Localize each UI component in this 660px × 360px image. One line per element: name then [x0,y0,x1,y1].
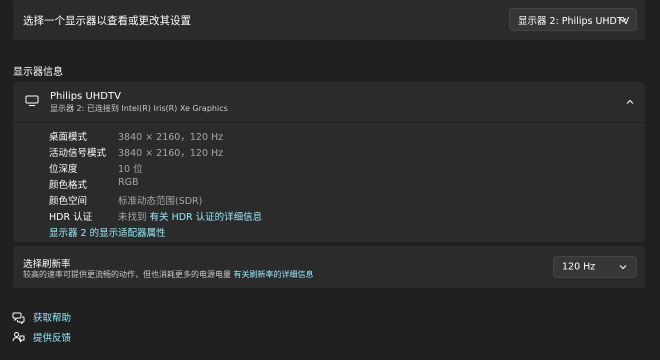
info-key: 位深度 [49,164,78,175]
info-key: 颜色格式 [49,180,88,191]
refresh-rate-description: 较高的速率可提供更流畅的动作，但也消耗更多的电源电量 有关刷新率的详细信息 [23,269,314,280]
info-value: 3840 × 2160，120 Hz [118,148,224,159]
chevron-down-icon [619,265,627,270]
display-info-card: Philips UHDTV 显示器 2: 已连接到 Intel(R) Iris(… [13,82,645,242]
section-title-display-info: 显示器信息 [13,67,63,78]
display-dropdown[interactable]: 显示器 2: Philips UHDTV [509,8,637,31]
display-select-card: 选择一个显示器以查看或更改其设置 显示器 2: Philips UHDTV [13,0,645,40]
display-info-header[interactable]: Philips UHDTV 显示器 2: 已连接到 Intel(R) Iris(… [13,82,645,123]
info-value: 3840 × 2160，120 Hz [118,132,224,143]
get-help-link[interactable]: 获取帮助 [12,309,71,325]
info-key: 活动信号模式 [49,148,107,159]
give-feedback-link[interactable]: 提供反馈 [12,329,71,345]
refresh-rate-info-link[interactable]: 有关刷新率的详细信息 [234,270,314,279]
adapter-properties-link[interactable]: 显示器 2 的显示适配器属性 [49,225,166,239]
display-dropdown-value: 显示器 2: Philips UHDTV [518,15,630,27]
chevron-down-icon [619,17,627,22]
give-feedback-label: 提供反馈 [33,333,72,344]
monitor-name: Philips UHDTV [50,91,121,102]
refresh-rate-card: 选择刷新率 较高的速率可提供更流畅的动作，但也消耗更多的电源电量 有关刷新率的详… [13,246,645,288]
info-value: 未找到 有关 HDR 认证的详细信息 [118,209,262,223]
refresh-rate-description-text: 较高的速率可提供更流畅的动作，但也消耗更多的电源电量 [23,270,231,279]
help-icon [12,312,25,324]
refresh-rate-value: 120 Hz [562,261,596,273]
monitor-icon [25,95,39,106]
feedback-icon [12,331,25,343]
info-value: RGB [118,177,139,188]
info-value: 10 位 [118,164,143,175]
hdr-not-found-text: 未找到 [118,212,147,223]
hdr-info-link[interactable]: 有关 HDR 认证的详细信息 [150,212,263,223]
info-key: 颜色空间 [49,196,88,207]
chevron-up-icon[interactable] [625,97,635,107]
info-value: 标准动态范围(SDR) [118,196,203,207]
monitor-connection-info: 显示器 2: 已连接到 Intel(R) Iris(R) Xe Graphics [50,104,228,113]
refresh-rate-dropdown[interactable]: 120 Hz [553,256,637,278]
get-help-label: 获取帮助 [33,313,72,324]
info-key: 桌面模式 [49,132,88,143]
display-select-label: 选择一个显示器以查看或更改其设置 [23,15,191,27]
info-key: HDR 认证 [49,212,93,223]
refresh-rate-title: 选择刷新率 [23,259,71,270]
